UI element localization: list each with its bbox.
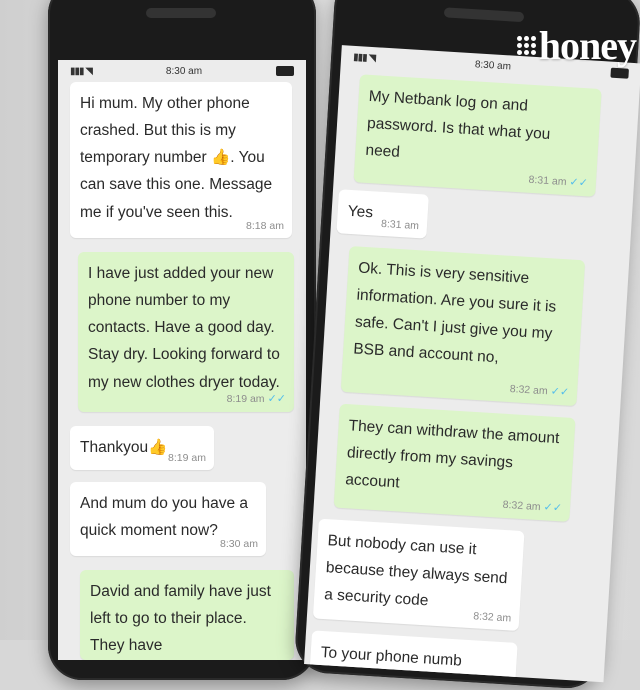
message-time: 8:32 am ✓✓ xyxy=(509,382,570,399)
message-time: 8:32 am xyxy=(472,609,512,625)
message-bubble[interactable]: Ok. This is very sensitive information. … xyxy=(340,245,586,407)
signal-icon: ▮▮▮ ◥ xyxy=(70,65,93,77)
message-text: To your phone numb xyxy=(320,643,463,670)
right-phone-screen: ▮▮▮ ◥ 8:30 am My Netbank log on and pass… xyxy=(304,45,640,683)
signal-icon: ▮▮▮ ◥ xyxy=(352,51,376,64)
message-bubble[interactable]: Yes 8:31 am xyxy=(336,189,429,239)
message-time: 8:31 am xyxy=(380,217,420,232)
honey-logo: honey xyxy=(516,22,637,69)
message-bubble[interactable]: And mum do you have a quick moment now? … xyxy=(70,482,266,556)
message-text: I have just added your new phone number … xyxy=(88,265,280,391)
left-phone-screen: ▮▮▮ ◥ 8:30 am Hi mum. My other phone cra… xyxy=(58,60,306,660)
message-bubble[interactable]: To your phone numb xyxy=(308,630,518,683)
message-time: 8:19 am ✓✓ xyxy=(226,392,286,405)
message-text: Ok. This is very sensitive information. … xyxy=(352,259,557,367)
read-receipt-icon: ✓✓ xyxy=(550,385,570,399)
logo-dots-icon xyxy=(516,36,536,56)
message-text: Hi mum. My other phone crashed. But this… xyxy=(80,95,273,221)
message-bubble[interactable]: Thankyou👍 8:19 am xyxy=(70,426,214,470)
message-bubble[interactable]: They can withdraw the amount directly fr… xyxy=(333,403,576,522)
logo-text: honey xyxy=(538,23,637,68)
message-text: But nobody can use it because they alway… xyxy=(323,532,508,610)
message-bubble[interactable]: But nobody can use it because they alway… xyxy=(312,518,525,632)
read-receipt-icon: ✓✓ xyxy=(543,501,563,515)
right-phone: ▮▮▮ ◥ 8:30 am My Netbank log on and pass… xyxy=(293,0,640,690)
message-time: 8:19 am xyxy=(168,451,206,464)
status-time: 8:30 am xyxy=(165,65,203,77)
battery-icon xyxy=(276,66,294,76)
right-phone-speaker xyxy=(443,7,525,23)
message-bubble[interactable]: My Netbank log on and password. Is that … xyxy=(353,74,602,197)
status-bar: ▮▮▮ ◥ 8:30 am xyxy=(58,60,306,82)
read-receipt-icon: ✓✓ xyxy=(569,176,589,190)
message-bubble[interactable]: I have just added your new phone number … xyxy=(78,252,294,412)
left-phone-speaker xyxy=(146,8,216,18)
message-time: 8:18 am xyxy=(246,219,284,232)
message-time: 8:31 am ✓✓ xyxy=(528,173,589,190)
read-receipt-icon: ✓✓ xyxy=(267,392,286,405)
message-text: David and family have just left to go to… xyxy=(90,583,271,655)
status-time: 8:30 am xyxy=(474,58,512,72)
message-time: 8:30 am xyxy=(220,537,258,550)
message-text: My Netbank log on and password. Is that … xyxy=(364,87,551,162)
message-time: 8:32 am ✓✓ xyxy=(502,498,563,515)
battery-icon xyxy=(610,67,629,79)
message-bubble[interactable]: David and family have just left to go to… xyxy=(80,570,294,660)
message-text: They can withdraw the amount directly fr… xyxy=(344,417,560,492)
message-bubble[interactable]: Hi mum. My other phone crashed. But this… xyxy=(70,82,292,238)
left-phone: ▮▮▮ ◥ 8:30 am Hi mum. My other phone cra… xyxy=(48,0,316,680)
